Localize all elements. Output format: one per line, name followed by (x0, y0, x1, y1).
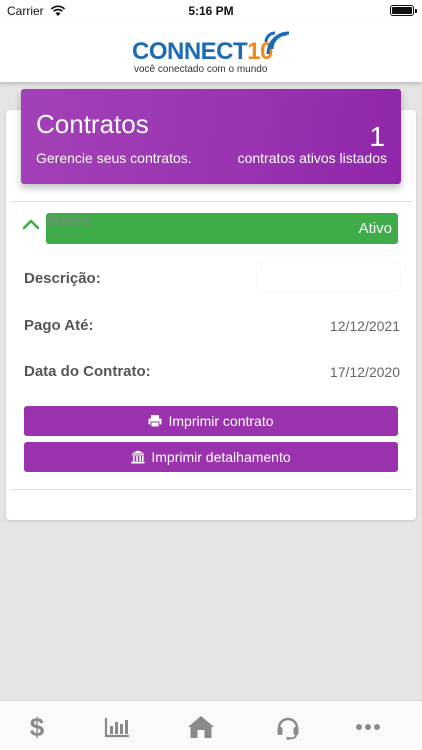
tab-home[interactable] (186, 713, 216, 741)
active-contracts-count: 1 (369, 121, 385, 152)
contract-item: Status: Ativo Descrição: Pago Até: 12/12… (11, 201, 412, 490)
bottom-tab-bar: $ (0, 700, 422, 750)
contract-date-value: 17/12/2020 (329, 364, 400, 380)
paid-until-label: Pago Até: (24, 317, 94, 334)
printer-icon (148, 415, 162, 428)
logo-tagline: você conectado com o mundo (134, 64, 268, 75)
print-details-button[interactable]: Imprimir detalhamento (24, 442, 398, 472)
home-icon (188, 716, 214, 738)
description-label: Descrição: (24, 270, 101, 287)
tab-consumo[interactable] (102, 713, 132, 741)
status-value: Ativo (358, 220, 392, 237)
tab-financeiro[interactable]: $ (22, 713, 52, 741)
chevron-up-icon[interactable] (21, 214, 41, 234)
tab-more[interactable] (353, 713, 383, 741)
paid-until-value: 12/12/2021 (329, 318, 400, 334)
status-bar: Carrier 5:16 PM (0, 0, 422, 22)
contract-date-label: Data do Contrato: (24, 363, 151, 380)
bank-icon (131, 450, 145, 464)
headset-icon (277, 717, 299, 740)
app-header: CONNECT10 você conectado com o mundo (0, 22, 422, 82)
description-field (257, 263, 400, 291)
signal-waves-icon (264, 31, 290, 55)
contracts-summary-header: Contratos Gerencie seus contratos. 1 con… (21, 89, 401, 184)
battery-icon (390, 5, 417, 16)
logo: CONNECT10 você conectado com o mundo (130, 28, 295, 76)
print-details-label: Imprimir detalhamento (151, 449, 291, 465)
tab-suporte[interactable] (273, 713, 303, 741)
logo-wordmark: CONNECT10 (132, 38, 273, 65)
bar-chart-icon (104, 718, 129, 738)
print-contract-label: Imprimir contrato (168, 413, 274, 429)
status-label: Status: (46, 212, 94, 228)
dollar-icon: $ (29, 712, 45, 742)
page-subtitle: Gerencie seus contratos. (36, 150, 192, 166)
status-badge: Status: Ativo (46, 212, 398, 244)
clock: 5:16 PM (188, 4, 234, 18)
active-contracts-label: contratos ativos listados (237, 150, 387, 166)
page-title: Contratos (36, 109, 149, 139)
more-icon (356, 724, 380, 730)
print-contract-button[interactable]: Imprimir contrato (24, 406, 398, 436)
